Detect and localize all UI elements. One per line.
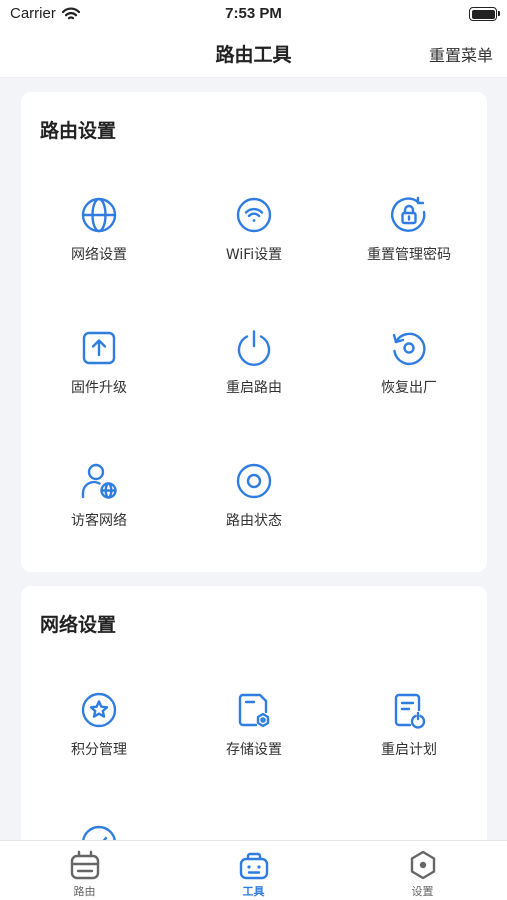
- reset-menu-button[interactable]: 重置菜单: [429, 42, 493, 66]
- restore-icon: [390, 329, 428, 367]
- guest-network-icon: [80, 462, 118, 500]
- schedule-icon: [390, 691, 428, 729]
- section-title: 网络设置: [40, 614, 117, 636]
- tool-points-management[interactable]: 积分管理: [21, 691, 177, 791]
- tool-label: 网络设置: [71, 247, 127, 263]
- network-settings-card: 网络设置 积分管理 存储设置 重启计划: [21, 586, 487, 840]
- tab-label: 设置: [411, 885, 434, 898]
- power-icon: [235, 329, 273, 367]
- navigation-bar: 路由工具 重置菜单: [0, 28, 507, 78]
- tab-label: 工具: [242, 885, 265, 898]
- tool-wifi-settings[interactable]: WiFi设置: [176, 196, 332, 296]
- tab-label: 路由: [73, 885, 96, 898]
- status-bar: Carrier 7:53 PM: [0, 0, 507, 28]
- router-icon: [69, 849, 101, 881]
- star-badge-icon: [80, 691, 118, 729]
- settings-hex-icon: [407, 849, 439, 881]
- main-content[interactable]: 路由设置 网络设置 WiFi设置 重置管理密码 固件升级 重启路由 恢复出厂 访…: [0, 78, 507, 840]
- tool-label: 重置管理密码: [367, 247, 451, 263]
- tool-router-status[interactable]: 路由状态: [176, 462, 332, 562]
- tool-label: 访客网络: [71, 513, 127, 529]
- tool-factory-reset[interactable]: 恢复出厂: [331, 329, 487, 429]
- tool-label: 恢复出厂: [381, 380, 437, 396]
- tool-label: 路由状态: [226, 513, 282, 529]
- section-title: 路由设置: [40, 120, 117, 142]
- status-ring-icon: [235, 462, 273, 500]
- battery-icon: [469, 7, 500, 21]
- tab-tools[interactable]: 工具: [169, 841, 338, 900]
- tool-restart-router[interactable]: 重启路由: [176, 329, 332, 429]
- tool-reset-admin-password[interactable]: 重置管理密码: [331, 196, 487, 296]
- tool-label: 积分管理: [71, 742, 127, 758]
- toolbox-icon: [238, 849, 270, 881]
- storage-icon: [235, 691, 273, 729]
- upload-icon: [80, 329, 118, 367]
- status-time: 7:53 PM: [225, 5, 282, 22]
- tool-label: 存储设置: [226, 742, 282, 758]
- globe-icon: [80, 196, 118, 234]
- tool-label: 重启路由: [226, 380, 282, 396]
- tool-storage-settings[interactable]: 存储设置: [176, 691, 332, 791]
- tab-router[interactable]: 路由: [0, 841, 169, 900]
- tool-partial-next[interactable]: [21, 824, 177, 840]
- tab-bar: 路由 工具 设置: [0, 840, 507, 900]
- tool-guest-network[interactable]: 访客网络: [21, 462, 177, 562]
- tool-firmware-upgrade[interactable]: 固件升级: [21, 329, 177, 429]
- router-settings-card: 路由设置 网络设置 WiFi设置 重置管理密码 固件升级 重启路由 恢复出厂 访…: [21, 92, 487, 572]
- tab-settings[interactable]: 设置: [338, 841, 507, 900]
- wifi-icon: [235, 196, 273, 234]
- check-badge-icon: [80, 824, 118, 840]
- tool-label: WiFi设置: [225, 247, 283, 263]
- tool-label: 重启计划: [381, 742, 437, 758]
- tool-label: 固件升级: [71, 380, 127, 396]
- tool-restart-schedule[interactable]: 重启计划: [331, 691, 487, 791]
- reset-lock-icon: [390, 196, 428, 234]
- tool-network-settings[interactable]: 网络设置: [21, 196, 177, 296]
